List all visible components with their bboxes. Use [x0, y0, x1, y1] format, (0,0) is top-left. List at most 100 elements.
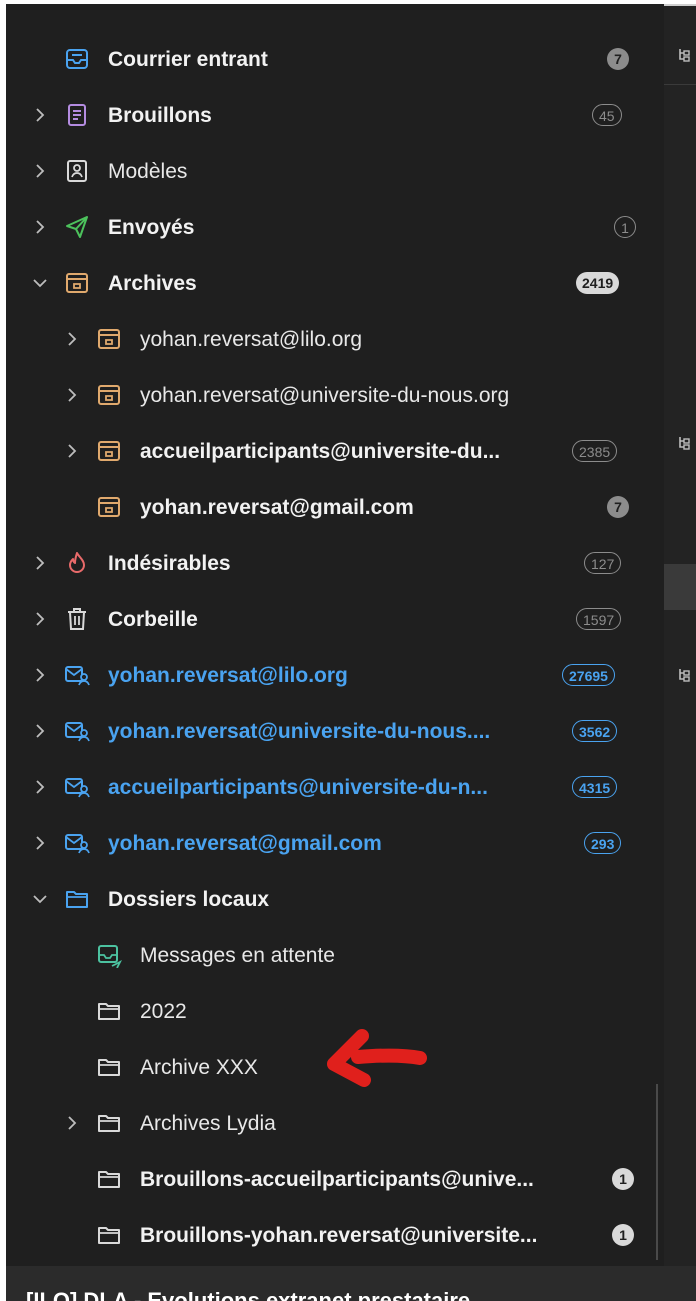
unread-count-badge: 1	[612, 1168, 634, 1190]
archive-subfolder-gmail[interactable]: yohan.reversat@gmail.com 7	[6, 479, 664, 535]
chevron-down-icon[interactable]	[32, 891, 48, 907]
chevron-right-icon[interactable]	[64, 387, 80, 403]
chevron-right-icon[interactable]	[32, 107, 48, 123]
chevron-right-icon[interactable]	[32, 779, 48, 795]
thread-icon[interactable]	[678, 668, 692, 684]
chevron-right-icon[interactable]	[32, 723, 48, 739]
chevron-right-icon[interactable]	[64, 331, 80, 347]
folder-brouillons-yohan[interactable]: Brouillons-yohan.reversat@universite... …	[6, 1207, 664, 1263]
unread-count-badge: 2385	[572, 440, 618, 462]
folder-label: Corbeille	[108, 608, 198, 631]
message-preview-bar: [ILO] DLA - Evolutions extranet prestata…	[6, 1266, 696, 1301]
message-subject[interactable]: [ILO] DLA - Evolutions extranet prestata…	[26, 1288, 470, 1301]
folder-archives-lydia[interactable]: Archives Lydia	[6, 1095, 664, 1151]
folder-brouillons-accueil[interactable]: Brouillons-accueilparticipants@unive... …	[6, 1151, 664, 1207]
account-icon	[64, 830, 90, 856]
chevron-right-icon[interactable]	[32, 219, 48, 235]
account-icon	[64, 718, 90, 744]
folder-icon	[96, 1110, 122, 1136]
archive-subfolder-lilo[interactable]: yohan.reversat@lilo.org	[6, 311, 664, 367]
junk-icon	[64, 550, 90, 576]
folder-drafts[interactable]: Brouillons 45	[6, 87, 664, 143]
folder-icon	[96, 1222, 122, 1248]
folder-label: Brouillons	[108, 104, 212, 127]
outbox-icon	[96, 942, 122, 968]
selected-message-row[interactable]	[664, 564, 696, 610]
folder-icon	[96, 998, 122, 1024]
chevron-right-icon[interactable]	[64, 1115, 80, 1131]
unread-count-badge: 7	[607, 496, 629, 518]
unread-count-badge: 1597	[576, 608, 622, 630]
folder-label: accueilparticipants@universite-du...	[140, 440, 501, 463]
unread-count-badge: 2419	[576, 272, 620, 294]
message-list-edge	[664, 4, 696, 1266]
folder-icon	[64, 886, 90, 912]
chevron-right-icon[interactable]	[64, 443, 80, 459]
folder-label: Dossiers locaux	[108, 888, 270, 911]
chevron-right-icon[interactable]	[32, 163, 48, 179]
account-accueilparticipants[interactable]: accueilparticipants@universite-du-n... 4…	[6, 759, 664, 815]
trash-icon	[64, 606, 90, 632]
archive-icon	[96, 494, 122, 520]
unread-count-badge: 1	[614, 216, 636, 238]
divider	[664, 84, 696, 85]
drafts-icon	[64, 102, 90, 128]
account-label: yohan.reversat@universite-du-nous....	[108, 720, 491, 743]
folder-label: yohan.reversat@universite-du-nous.org	[140, 384, 510, 407]
folder-label: Indésirables	[108, 552, 231, 575]
chevron-right-icon[interactable]	[32, 611, 48, 627]
account-icon	[64, 662, 90, 688]
folder-inbox[interactable]: Courrier entrant 7	[6, 31, 664, 87]
folder-sent[interactable]: Envoyés 1	[6, 199, 664, 255]
folder-label: yohan.reversat@gmail.com	[140, 496, 414, 519]
chevron-right-icon[interactable]	[32, 555, 48, 571]
folder-label: Envoyés	[108, 216, 195, 239]
folder-label: Archive XXX	[140, 1056, 258, 1079]
account-icon	[64, 774, 90, 800]
folder-icon	[96, 1166, 122, 1192]
folder-label: Brouillons-accueilparticipants@unive...	[140, 1168, 534, 1191]
archive-icon	[96, 438, 122, 464]
inbox-icon	[64, 46, 90, 72]
account-gmail[interactable]: yohan.reversat@gmail.com 293	[6, 815, 664, 871]
account-universite-du-nous[interactable]: yohan.reversat@universite-du-nous.... 35…	[6, 703, 664, 759]
folder-trash[interactable]: Corbeille 1597	[6, 591, 664, 647]
folder-junk[interactable]: Indésirables 127	[6, 535, 664, 591]
folder-label: Courrier entrant	[108, 48, 268, 71]
folder-pane: Courrier entrant 7 Brouillons 45 Modèles…	[6, 4, 664, 1266]
unread-count-badge: 3562	[572, 720, 618, 742]
unread-count-badge: 27695	[562, 664, 615, 686]
chevron-right-icon[interactable]	[32, 835, 48, 851]
folder-archives[interactable]: Archives 2419	[6, 255, 664, 311]
archive-icon	[64, 270, 90, 296]
thread-icon[interactable]	[678, 436, 692, 452]
local-folders[interactable]: Dossiers locaux	[6, 871, 664, 927]
sent-icon	[64, 214, 90, 240]
account-label: accueilparticipants@universite-du-n...	[108, 776, 488, 799]
archive-icon	[96, 326, 122, 352]
chevron-down-icon[interactable]	[32, 275, 48, 291]
archive-icon	[96, 382, 122, 408]
chevron-right-icon[interactable]	[32, 667, 48, 683]
unread-count-badge: 7	[607, 48, 629, 70]
archive-subfolder-accueil[interactable]: accueilparticipants@universite-du... 238…	[6, 423, 664, 479]
scrollbar[interactable]	[656, 1084, 658, 1260]
folder-label: Brouillons-yohan.reversat@universite...	[140, 1224, 538, 1247]
account-lilo[interactable]: yohan.reversat@lilo.org 27695	[6, 647, 664, 703]
thread-icon[interactable]	[678, 48, 692, 64]
account-label: yohan.reversat@lilo.org	[108, 664, 348, 687]
folder-label: 2022	[140, 1000, 187, 1023]
archive-subfolder-udn[interactable]: yohan.reversat@universite-du-nous.org	[6, 367, 664, 423]
unread-count-badge: 45	[592, 104, 622, 126]
annotation-arrow-icon	[327, 1029, 427, 1087]
folder-label: Modèles	[108, 160, 188, 183]
folder-templates[interactable]: Modèles	[6, 143, 664, 199]
folder-outbox[interactable]: Messages en attente	[6, 927, 664, 983]
divider	[664, 4, 696, 6]
folder-label: Archives	[108, 272, 197, 295]
unread-count-badge: 127	[584, 552, 622, 574]
unread-count-badge: 293	[584, 832, 622, 854]
folder-label: yohan.reversat@lilo.org	[140, 328, 363, 351]
unread-count-badge: 1	[612, 1224, 634, 1246]
folder-label: Messages en attente	[140, 944, 335, 967]
